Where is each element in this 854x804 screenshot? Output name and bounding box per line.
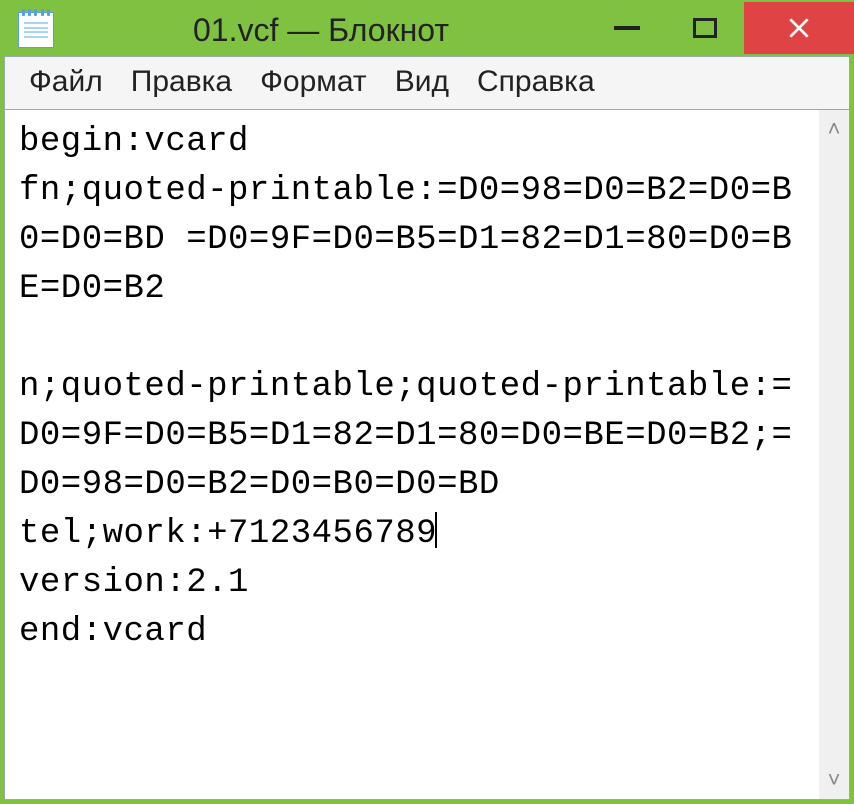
close-button[interactable] [744, 2, 854, 54]
scroll-up-arrow-icon[interactable]: ˄ [828, 118, 841, 140]
text-line: fn;quoted-printable:=D0=98=D0=B2=D0=B0=D… [19, 172, 792, 308]
window-controls [588, 2, 854, 54]
menu-help[interactable]: Справка [463, 63, 609, 101]
text-line: version:2.1 [19, 564, 249, 602]
notepad-window: 01.vcf — Блокнот Файл Правка Формат Вид … [0, 0, 854, 804]
editor-container: begin:vcard fn;quoted-printable:=D0=98=D… [5, 109, 849, 799]
text-line: end:vcard [19, 613, 207, 651]
notepad-icon [18, 12, 54, 48]
text-line: n;quoted-printable;quoted-printable:=D0=… [19, 368, 792, 504]
text-line: begin:vcard [19, 123, 249, 161]
menubar: Файл Правка Формат Вид Справка [5, 57, 849, 109]
menu-format[interactable]: Формат [246, 63, 381, 101]
text-caret [435, 512, 437, 548]
maximize-button[interactable] [666, 2, 744, 54]
titlebar[interactable]: 01.vcf — Блокнот [4, 4, 850, 56]
minimize-button[interactable] [588, 2, 666, 54]
menu-edit[interactable]: Правка [117, 63, 246, 101]
text-line: tel;work:+7123456789 [19, 515, 437, 553]
text-editor[interactable]: begin:vcard fn;quoted-printable:=D0=98=D… [5, 110, 819, 799]
vertical-scrollbar[interactable]: ˄ ˅ [819, 110, 849, 799]
menu-view[interactable]: Вид [381, 63, 463, 101]
scroll-down-arrow-icon[interactable]: ˅ [828, 769, 841, 791]
client-area: Файл Правка Формат Вид Справка begin:vca… [4, 56, 850, 800]
window-title: 01.vcf — Блокнот [54, 12, 588, 49]
menu-file[interactable]: Файл [15, 63, 117, 101]
close-icon [786, 15, 812, 41]
